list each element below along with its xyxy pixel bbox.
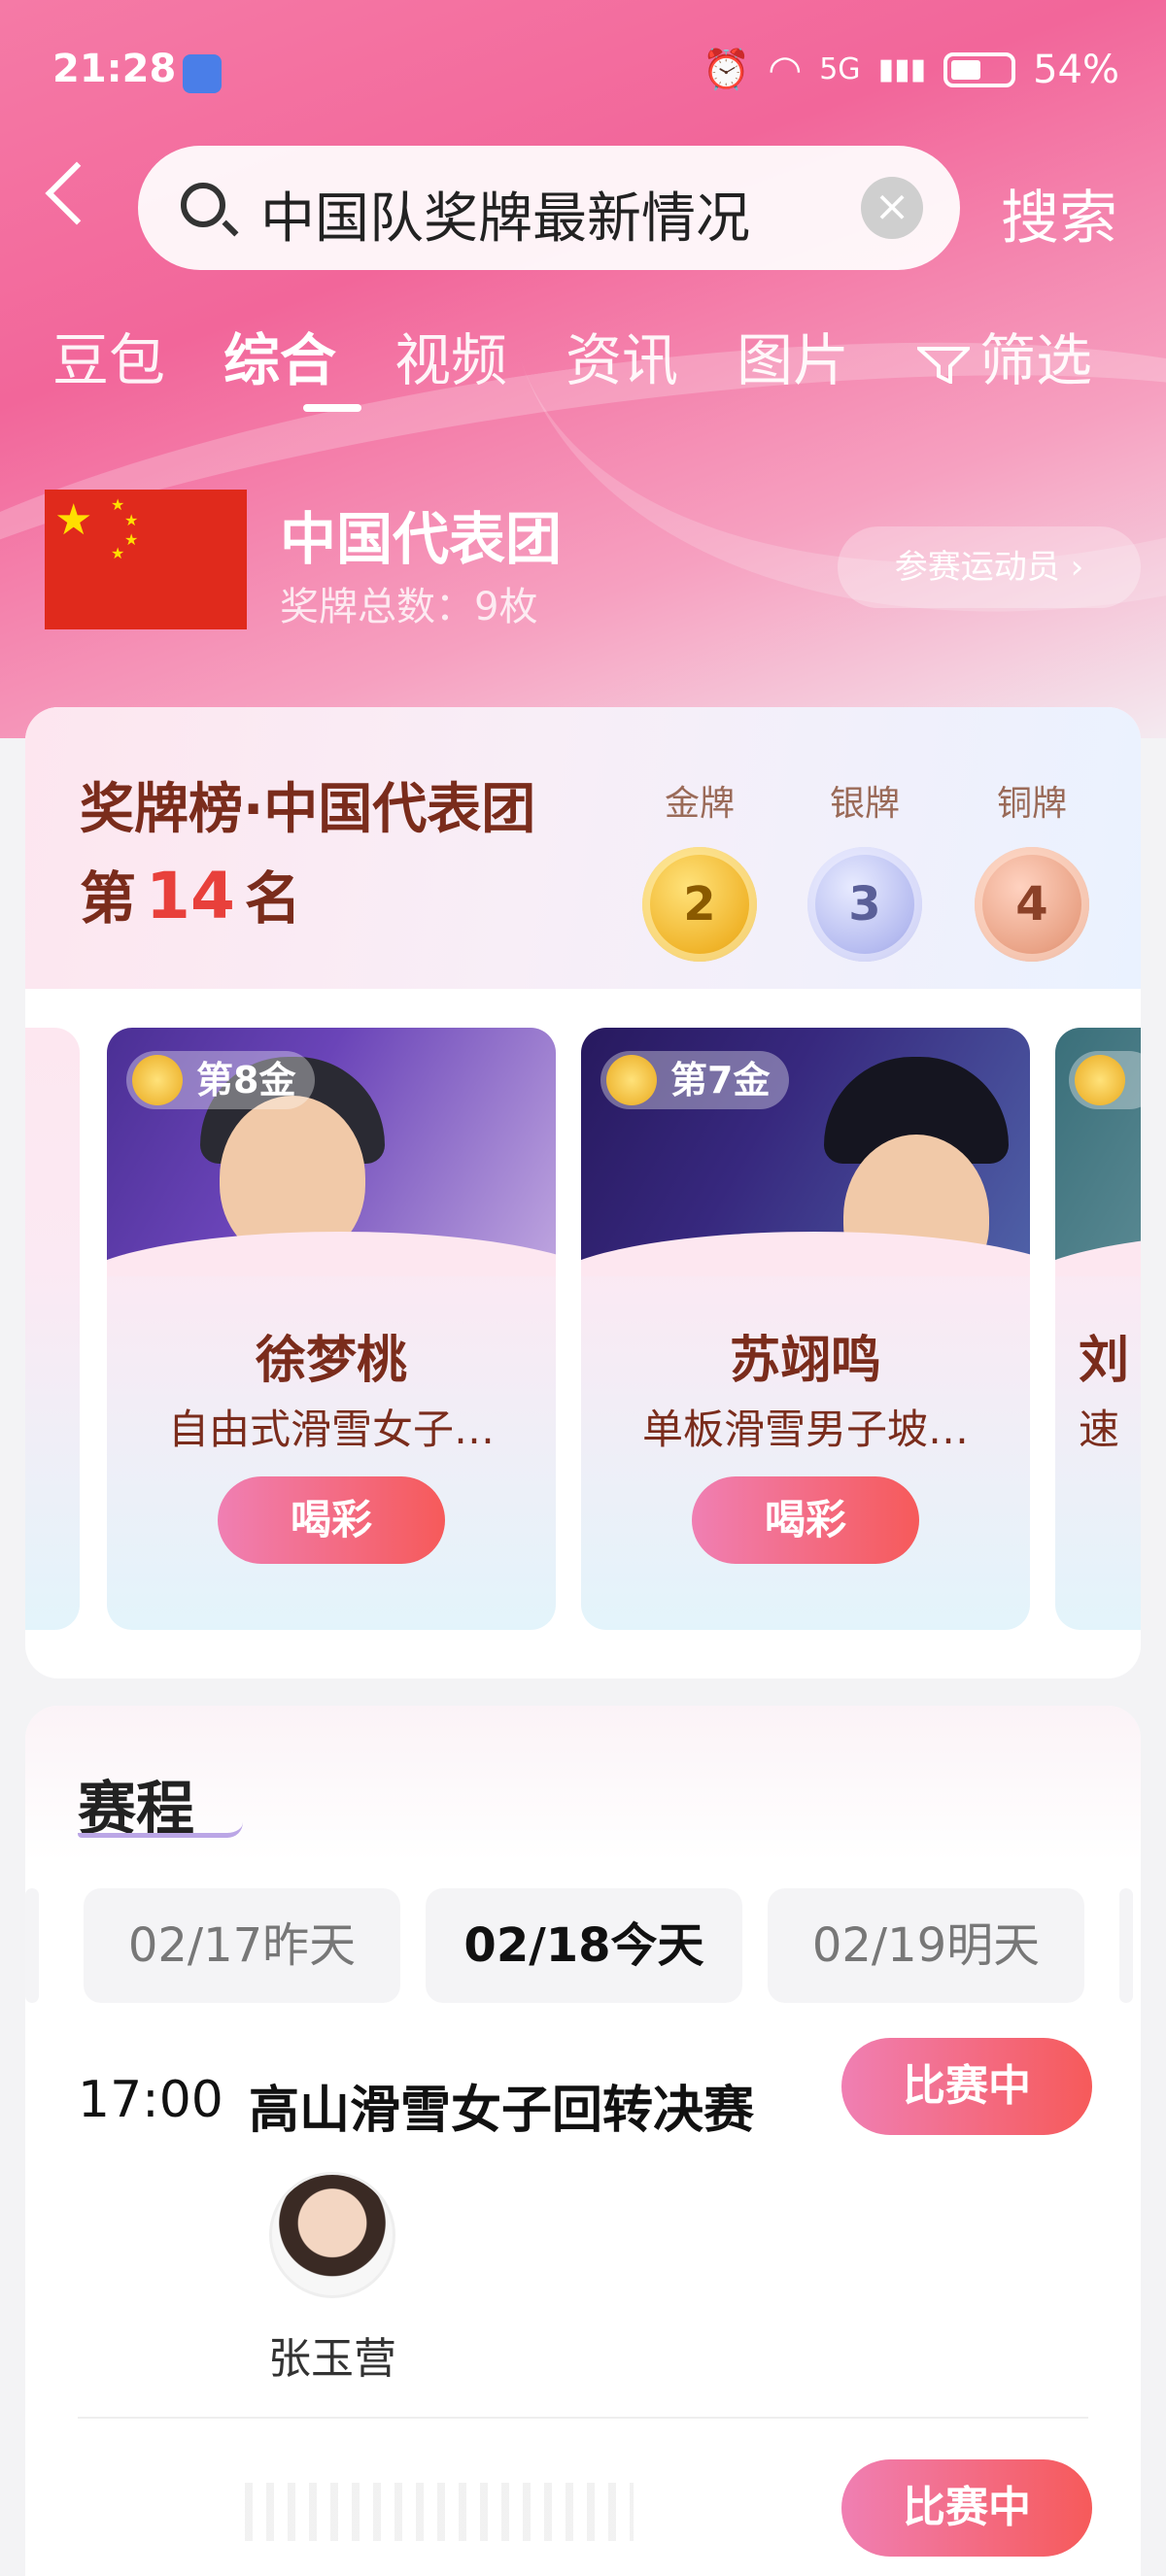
athletes-button[interactable]: 参赛运动员 › bbox=[838, 526, 1141, 608]
tab-all[interactable]: 综合 bbox=[223, 315, 336, 396]
bronze-label: 铜牌 bbox=[996, 784, 1067, 824]
athlete-name: 苏翊鸣 bbox=[729, 1332, 881, 1390]
filter-icon bbox=[917, 346, 970, 384]
cheer-button[interactable]: 喝彩 bbox=[218, 1476, 445, 1564]
badge-label: 第7金 bbox=[670, 1059, 771, 1102]
date-chip-partial[interactable] bbox=[1119, 1888, 1133, 2003]
network-type: 5G bbox=[819, 52, 861, 86]
result-tabs: 豆包 综合 视频 资讯 图片 筛选 bbox=[52, 315, 1127, 412]
badge-label: 第8金 bbox=[196, 1059, 296, 1102]
china-flag: ★ ★ ★ ★ ★ bbox=[45, 490, 247, 629]
athlete-name: 张玉营 bbox=[268, 2334, 396, 2384]
status-time: 21:28 bbox=[52, 47, 177, 91]
live-status-button[interactable]: 比赛中 bbox=[841, 2459, 1092, 2557]
bronze-medal-icon: 4 bbox=[975, 847, 1089, 962]
battery-icon bbox=[943, 51, 1016, 87]
athlete-event: 速 bbox=[1079, 1406, 1120, 1453]
gold-medal-icon bbox=[1075, 1055, 1125, 1105]
gold-medal-icon: 2 bbox=[642, 847, 757, 962]
date-chip-yesterday[interactable]: 02/17昨天 bbox=[84, 1888, 400, 2003]
medal-table-title: 奖牌榜·中国代表团 bbox=[80, 778, 536, 841]
live-status-button[interactable]: 比赛中 bbox=[841, 2038, 1092, 2135]
title-swirl bbox=[78, 1822, 243, 1838]
gold-medal-icon bbox=[132, 1055, 183, 1105]
athlete-event: 单板滑雪男子坡… bbox=[641, 1406, 969, 1453]
battery-percent: 54% bbox=[1033, 47, 1119, 92]
rank-prefix: 第 bbox=[80, 865, 137, 932]
event-time: 17:00 bbox=[78, 2071, 223, 2129]
date-chip-today[interactable]: 02/18今天 bbox=[426, 1888, 742, 2003]
athlete-name: 刘 bbox=[1079, 1332, 1130, 1390]
silver-medal-icon: 3 bbox=[807, 847, 922, 962]
date-chip-tomorrow[interactable]: 02/19明天 bbox=[768, 1888, 1084, 2003]
hero-header: 21:28 ⏰ ◠ 5G ▮▮▮ 54% 中国队奖牌最新情况 × 搜索 豆包 综… bbox=[0, 0, 1166, 738]
search-input[interactable]: 中国队奖牌最新情况 × bbox=[138, 146, 960, 270]
medal-total: 奖牌总数：9枚 bbox=[280, 585, 538, 629]
schedule-card: 赛程 02/17昨天 02/18今天 02/19明天 17:00 高山滑雪女子回… bbox=[25, 1706, 1141, 2576]
wifi-icon: ◠ bbox=[768, 47, 803, 92]
winner-card[interactable]: 第7金 苏翊鸣 单板滑雪男子坡… 喝彩 bbox=[581, 1028, 1030, 1630]
app-notification-icon bbox=[183, 54, 222, 93]
gold-rank-badge: 第8金 bbox=[126, 1051, 316, 1109]
cheer-button[interactable]: 喝彩 bbox=[692, 1476, 919, 1564]
gold-column: 金牌 2 bbox=[641, 775, 758, 962]
event-title: 高山滑雪女子回转决赛 bbox=[249, 2082, 755, 2140]
winner-card[interactable]: 第8金 徐梦桃 自由式滑雪女子… 喝彩 bbox=[107, 1028, 556, 1630]
divider bbox=[78, 2417, 1088, 2419]
rank-number: 14 bbox=[146, 859, 235, 933]
athlete-entry[interactable]: 张玉营 bbox=[245, 2172, 420, 2386]
tab-images[interactable]: 图片 bbox=[737, 315, 849, 396]
search-button[interactable]: 搜索 bbox=[1001, 171, 1117, 255]
silver-column: 银牌 3 bbox=[806, 775, 923, 962]
winner-card-partial[interactable] bbox=[25, 1028, 80, 1630]
signal-icon: ▮▮▮ bbox=[877, 52, 927, 86]
tab-video[interactable]: 视频 bbox=[394, 315, 507, 396]
back-arrow-icon[interactable] bbox=[45, 161, 109, 225]
tab-filter-label: 筛选 bbox=[979, 327, 1093, 393]
gold-medal-icon bbox=[606, 1055, 657, 1105]
rank-line: 第 14 名 bbox=[80, 853, 301, 934]
schedule-title: 赛程 bbox=[78, 1762, 243, 1847]
status-bar: 21:28 ⏰ ◠ 5G ▮▮▮ 54% bbox=[52, 47, 1119, 101]
tab-doubao[interactable]: 豆包 bbox=[52, 315, 165, 396]
winner-card-partial[interactable]: 刘 速 bbox=[1055, 1028, 1141, 1630]
team-name: 中国代表团 bbox=[280, 506, 563, 572]
gold-rank-badge bbox=[1069, 1051, 1141, 1109]
tab-news[interactable]: 资讯 bbox=[566, 315, 678, 396]
silver-label: 银牌 bbox=[829, 784, 900, 824]
search-query[interactable]: 中国队奖牌最新情况 bbox=[260, 175, 750, 254]
date-chip-partial[interactable] bbox=[25, 1888, 39, 2003]
rank-suffix: 名 bbox=[244, 865, 301, 932]
athlete-name: 徐梦桃 bbox=[255, 1332, 407, 1390]
bronze-column: 铜牌 4 bbox=[974, 775, 1090, 962]
alarm-icon: ⏰ bbox=[702, 48, 751, 92]
clear-search-icon[interactable]: × bbox=[861, 177, 923, 239]
avatar bbox=[269, 2172, 395, 2298]
active-tab-indicator bbox=[303, 404, 361, 412]
search-icon bbox=[181, 183, 225, 227]
medal-table-card: 奖牌榜·中国代表团 第 14 名 金牌 2 银牌 3 铜牌 4 第8金 徐梦桃 自由… bbox=[25, 707, 1141, 1678]
gold-label: 金牌 bbox=[664, 784, 735, 824]
gold-rank-badge: 第7金 bbox=[600, 1051, 790, 1109]
tab-filter[interactable]: 筛选 bbox=[917, 315, 1092, 396]
loading-placeholder bbox=[245, 2483, 634, 2541]
athlete-event: 自由式滑雪女子… bbox=[167, 1406, 495, 1453]
